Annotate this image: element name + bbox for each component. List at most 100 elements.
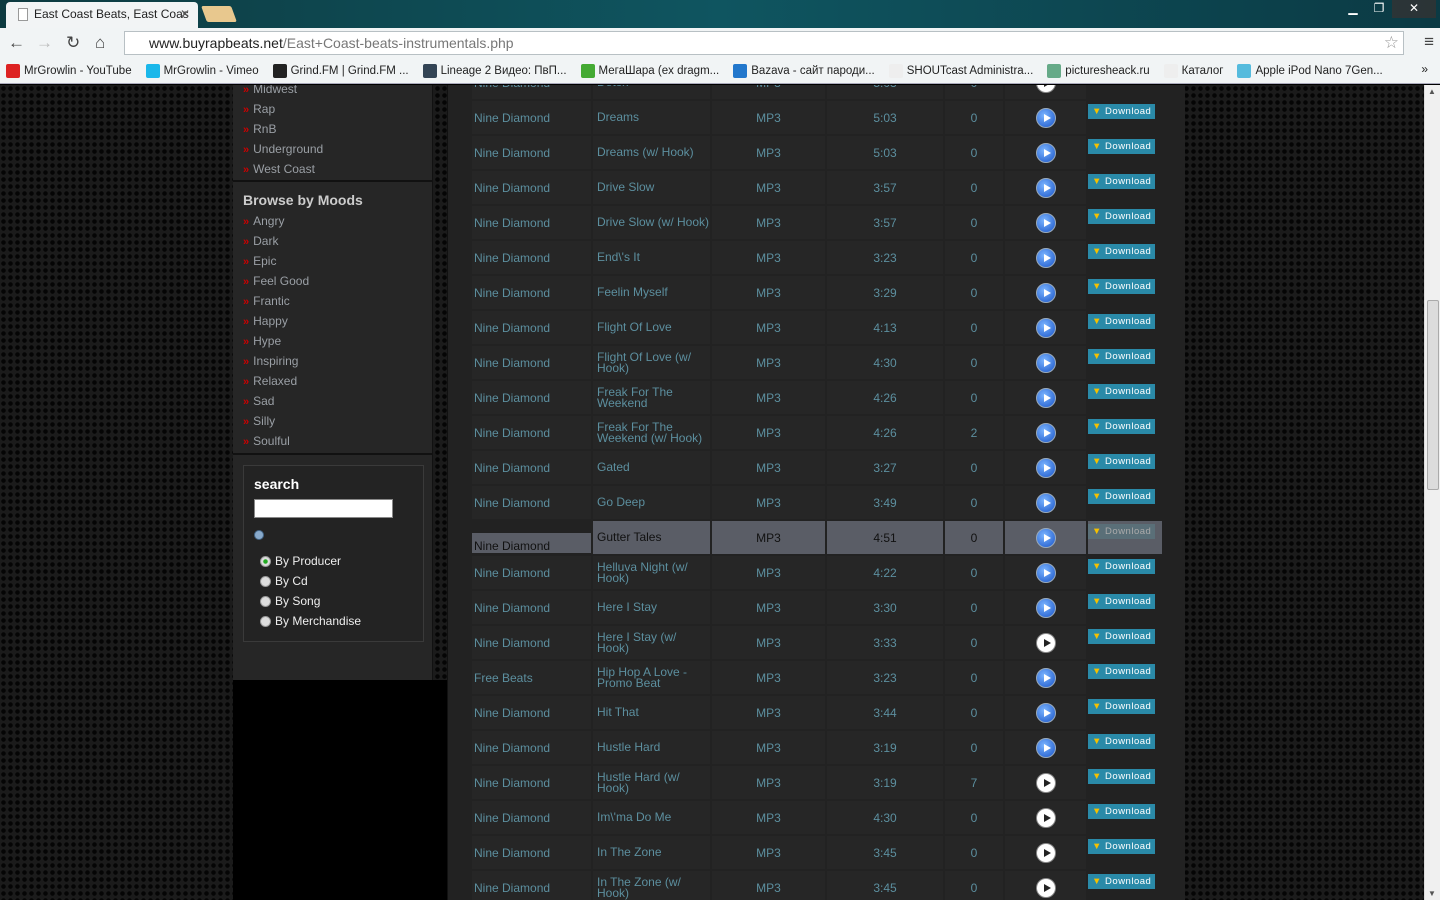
table-row[interactable]: Nine Diamond Here I Stay (w/ Hook) MP3 3:33… <box>472 626 1162 661</box>
download-button[interactable]: ▼ Download <box>1088 769 1156 784</box>
download-button[interactable]: ▼ Download <box>1088 734 1156 749</box>
bookmark-item[interactable]: Apple iPod Nano 7Gen... <box>1237 63 1383 78</box>
producer-cell[interactable]: Nine Diamond <box>472 416 591 449</box>
address-bar[interactable]: www.buyrapbeats.net/East+Coast-beats-ins… <box>124 31 1404 55</box>
download-button[interactable]: ▼ Download <box>1088 559 1156 574</box>
table-row[interactable]: Nine Diamond Freak For The Weekend (w/ Ho… <box>472 416 1162 451</box>
download-button[interactable]: ▼ Download <box>1088 699 1156 714</box>
title-cell[interactable]: Here I Stay <box>593 591 710 624</box>
download-button[interactable]: ▼ Download <box>1088 419 1156 434</box>
producer-cell[interactable]: Nine Diamond <box>472 801 591 834</box>
play-icon[interactable] <box>1035 422 1056 443</box>
minimize-button[interactable]: ▁ <box>1340 0 1366 18</box>
table-row[interactable]: Nine Diamond Gated MP3 3:27 0 ▼ Download <box>472 451 1162 486</box>
scroll-up-icon[interactable]: ▲ <box>1428 87 1436 96</box>
table-row[interactable]: Nine Diamond Go Deep MP3 3:49 0 ▼ Download <box>472 486 1162 521</box>
mood-link[interactable]: » Sad <box>243 394 274 408</box>
producer-cell[interactable]: Nine Diamond <box>472 136 591 169</box>
download-button[interactable]: ▼ Download <box>1088 874 1156 889</box>
table-row[interactable]: Nine Diamond Dreams (w/ Hook) MP3 5:03 0 ▼ Do… <box>472 136 1162 171</box>
table-row[interactable]: Nine Diamond Feelin Myself MP3 3:29 0 ▼ Downl… <box>472 276 1162 311</box>
play-icon[interactable] <box>1035 737 1056 758</box>
producer-cell[interactable]: Nine Diamond <box>472 206 591 239</box>
producer-cell[interactable]: Free Beats <box>472 661 591 694</box>
scroll-down-icon[interactable]: ▼ <box>1428 889 1436 898</box>
download-button[interactable]: ▼ Download <box>1088 629 1156 644</box>
download-button[interactable]: ▼ Download <box>1088 314 1156 329</box>
title-cell[interactable]: End\'s It <box>593 241 710 274</box>
genre-link[interactable]: » Underground <box>243 142 323 156</box>
play-icon[interactable] <box>1035 527 1056 548</box>
mood-link[interactable]: » Silly <box>243 414 275 428</box>
table-row[interactable]: Nine Diamond Helluva Night (w/ Hook) MP3 4:… <box>472 556 1162 591</box>
table-row[interactable]: Nine Diamond Gutter Tales MP3 4:51 0 ▼ Downlo… <box>472 521 1162 556</box>
table-row[interactable]: Nine Diamond Hustle Hard MP3 3:19 0 ▼ Downloa… <box>472 731 1162 766</box>
title-cell[interactable]: Freak For The Weekend <box>593 381 710 414</box>
title-cell[interactable]: Go Deep <box>593 486 710 519</box>
play-icon[interactable] <box>1035 667 1056 688</box>
genre-link[interactable]: » West Coast <box>243 162 315 176</box>
bookmark-item[interactable]: Grind.FM | Grind.FM ... <box>272 63 409 78</box>
producer-cell[interactable]: Nine Diamond <box>472 451 591 484</box>
table-row[interactable]: Nine Diamond Dreams MP3 5:03 0 ▼ Download <box>472 101 1162 136</box>
play-icon[interactable] <box>1035 877 1056 898</box>
search-magnifier-icon[interactable] <box>254 530 264 540</box>
mood-link[interactable]: » Soulful <box>243 434 290 448</box>
title-cell[interactable]: Gutter Tales <box>593 521 710 554</box>
producer-cell[interactable]: Nine Diamond <box>472 346 591 379</box>
producer-cell[interactable]: Nine Diamond <box>472 696 591 729</box>
title-cell[interactable]: Drive Slow (w/ Hook) <box>593 206 710 239</box>
download-button[interactable]: ▼ Download <box>1088 664 1156 679</box>
title-cell[interactable]: Hustle Hard <box>593 731 710 764</box>
play-icon[interactable] <box>1035 842 1056 863</box>
bookmark-item[interactable]: SHOUTcast Administra... <box>888 63 1033 78</box>
menu-icon[interactable]: ≡ <box>1424 32 1434 52</box>
genre-link[interactable]: » RnB <box>243 122 276 136</box>
genre-link[interactable]: » Midwest <box>243 85 297 96</box>
download-button[interactable]: ▼ Download <box>1088 279 1156 294</box>
play-icon[interactable] <box>1035 352 1056 373</box>
producer-cell[interactable]: Nine Diamond <box>472 533 591 553</box>
title-cell[interactable]: Hustle Hard (w/ Hook) <box>593 766 710 799</box>
download-button[interactable]: ▼ Download <box>1088 104 1156 119</box>
bookmark-item[interactable]: МегаШара (ex dragm... <box>580 63 719 78</box>
reload-icon[interactable]: ↻ <box>66 33 80 53</box>
title-cell[interactable]: Gated <box>593 451 710 484</box>
title-cell[interactable]: Feelin Myself <box>593 276 710 309</box>
mood-link[interactable]: » Epic <box>243 254 276 268</box>
download-button[interactable]: ▼ Download <box>1088 489 1156 504</box>
producer-cell[interactable]: Nine Diamond <box>472 381 591 414</box>
play-icon[interactable] <box>1035 632 1056 653</box>
genre-link[interactable]: » Rap <box>243 102 275 116</box>
bookmark-item[interactable]: MrGrowlin - Vimeo <box>145 63 259 78</box>
new-tab-button[interactable] <box>201 6 237 22</box>
title-cell[interactable]: Dreams <box>593 101 710 134</box>
search-option-radio[interactable]: By Cd <box>260 574 308 588</box>
table-row[interactable]: Nine Diamond End\'s It MP3 3:23 0 ▼ Download <box>472 241 1162 276</box>
title-cell[interactable]: In The Zone (w/ Hook) <box>593 871 710 900</box>
search-option-radio[interactable]: By Merchandise <box>260 614 361 628</box>
forward-icon[interactable]: → <box>36 33 53 53</box>
title-cell[interactable]: Hit That <box>593 696 710 729</box>
table-row[interactable]: Nine Diamond Freak For The Weekend MP3 4:26… <box>472 381 1162 416</box>
download-button[interactable]: ▼ Download <box>1088 524 1156 539</box>
producer-cell[interactable]: Nine Diamond <box>472 101 591 134</box>
title-cell[interactable]: Freak For The Weekend (w/ Hook) <box>593 416 710 449</box>
play-icon[interactable] <box>1035 562 1056 583</box>
title-cell[interactable]: In The Zone <box>593 836 710 869</box>
download-button[interactable]: ▼ Download <box>1088 139 1156 154</box>
radio-icon[interactable] <box>260 555 271 567</box>
bookmark-item[interactable]: Каталог <box>1163 63 1223 78</box>
table-row[interactable]: Nine Diamond Detox MP3 5:03 0 <box>472 85 1162 101</box>
producer-cell[interactable]: Nine Diamond <box>472 626 591 659</box>
download-button[interactable]: ▼ Download <box>1088 174 1156 189</box>
download-button[interactable]: ▼ Download <box>1088 209 1156 224</box>
table-row[interactable]: Nine Diamond Flight Of Love MP3 4:13 0 ▼ Down… <box>472 311 1162 346</box>
table-row[interactable]: Nine Diamond Flight Of Love (w/ Hook) MP3 4… <box>472 346 1162 381</box>
bookmark-item[interactable]: Bazava - сайт пароди... <box>733 63 875 78</box>
play-icon[interactable] <box>1035 317 1056 338</box>
table-row[interactable]: Nine Diamond Im\'ma Do Me MP3 4:30 0 ▼ Downlo… <box>472 801 1162 836</box>
mood-link[interactable]: » Hype <box>243 334 281 348</box>
table-row[interactable]: Nine Diamond Drive Slow (w/ Hook) MP3 3:57 0… <box>472 206 1162 241</box>
play-icon[interactable] <box>1035 282 1056 303</box>
